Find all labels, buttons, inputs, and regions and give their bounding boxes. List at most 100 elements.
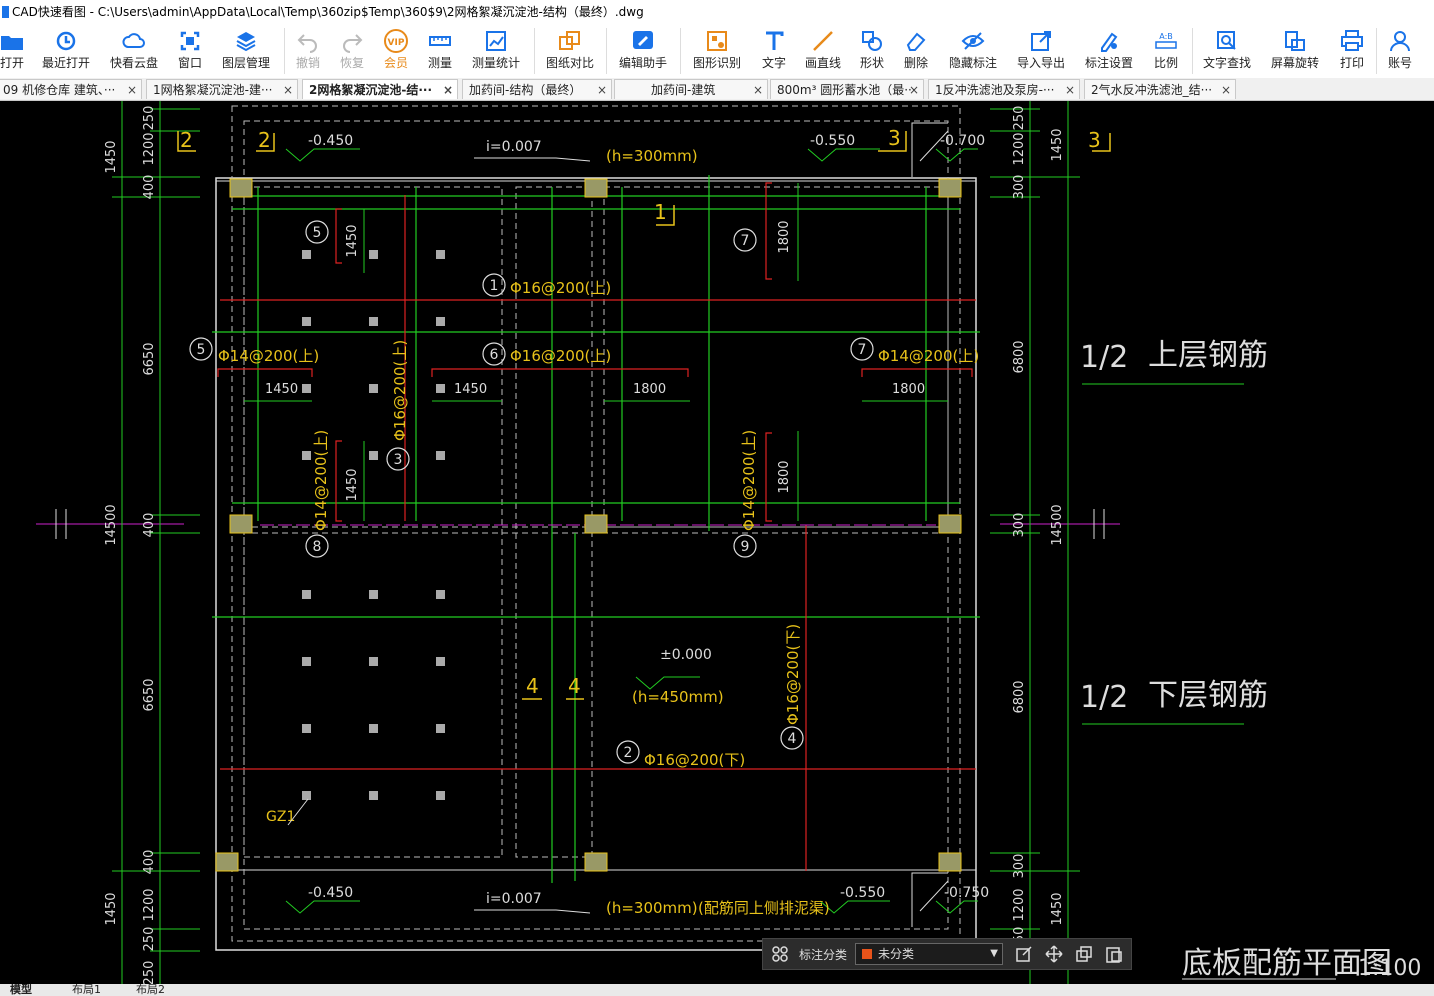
svg-text:下层钢筋: 下层钢筋 [1148,678,1268,713]
tab-layout-2[interactable]: 布局2 [136,984,165,996]
svg-text:Φ14@200(上): Φ14@200(上) [312,430,330,531]
svg-text:-0.550: -0.550 [840,885,885,901]
annotation-settings-button[interactable]: 标注设置 [1080,26,1138,76]
open-button[interactable]: 打开 [0,26,30,76]
tab-model[interactable]: 模型 [10,984,32,996]
close-icon[interactable]: × [1065,80,1075,99]
svg-text:7: 7 [858,342,867,358]
tab-layout-1[interactable]: 布局1 [72,984,101,996]
vip-icon: VIP [384,29,408,53]
screen-rotate-button[interactable]: 屏幕旋转 [1266,26,1324,76]
annotation-category-select[interactable]: 未分类 ▼ [855,943,1003,965]
svg-text:2: 2 [624,745,633,761]
svg-text:1450: 1450 [454,382,487,397]
stats-icon [486,31,506,51]
edit-helper-button[interactable]: 编辑助手 [614,26,672,76]
layer-manager-button[interactable]: 图层管理 [218,26,274,76]
svg-text:Φ16@200(上): Φ16@200(上) [510,279,611,297]
thickness-note: (h=300mm) (h=300mm) (h=450mm) (配筋同上侧排泥渠) [606,147,830,917]
draw-line-button[interactable]: 画直线 [800,26,846,76]
close-icon[interactable]: × [1221,80,1231,99]
column-label: GZ1 [266,809,295,825]
cloud-disk-button[interactable]: 快看云盘 [106,26,162,76]
tab-document[interactable]: 加药间-结构（最终） × [462,79,612,99]
scale-button[interactable]: A:B 比例 [1148,26,1184,76]
svg-text:6650: 6650 [142,342,157,375]
move-icon[interactable] [1045,945,1063,963]
toolbar-divider [606,28,607,74]
import-export-button[interactable]: 导入导出 [1012,26,1070,76]
svg-text:i=0.007: i=0.007 [486,891,542,907]
layers-icon [236,32,256,52]
svg-text:250: 250 [1012,106,1027,131]
tab-document[interactable]: 1网格絮凝沉淀池-建··· × [146,79,298,99]
close-icon[interactable]: × [753,80,763,99]
svg-text:-0.750: -0.750 [944,885,989,901]
measure-stats-button[interactable]: 测量统计 [468,26,524,76]
svg-text:1200: 1200 [1012,132,1027,165]
svg-text:4: 4 [788,731,797,747]
toolbar-divider [534,28,535,74]
svg-text:1800: 1800 [777,220,792,253]
svg-text:7: 7 [741,233,750,249]
tab-document[interactable]: 09 机修仓库 建筑、··· × [0,79,142,99]
close-icon[interactable]: × [443,80,453,99]
undo-button[interactable]: 撤销 [290,26,326,76]
close-icon[interactable]: × [909,80,919,99]
svg-text:Φ16@200(上): Φ16@200(上) [391,340,409,441]
shape-button[interactable]: 形状 [854,26,890,76]
svg-text:i=0.007: i=0.007 [486,139,542,155]
compare-icon [559,31,580,50]
compare-button[interactable]: 图纸对比 [542,26,598,76]
svg-text:Φ16@200(上): Φ16@200(上) [510,347,611,365]
svg-text:-0.450: -0.450 [308,885,353,901]
app-icon [2,6,9,18]
recent-button[interactable]: 最近打开 [38,26,94,76]
toolbar-divider [284,28,285,74]
window-button[interactable]: 窗口 [172,26,208,76]
tab-document[interactable]: 800m³ 圆形蓄水池（最··· × [770,79,924,99]
text-search-button[interactable]: 文字查找 [1198,26,1256,76]
delete-button[interactable]: 删除 [898,26,934,76]
svg-text:A:B: A:B [1159,32,1173,41]
annotation-floating-toolbar: 标注分类 未分类 ▼ [762,938,1132,970]
print-button[interactable]: 打印 [1334,26,1370,76]
text-button[interactable]: 文字 [756,26,792,76]
close-icon[interactable]: × [127,80,137,99]
hide-annotation-button[interactable]: 隐藏标注 [944,26,1002,76]
svg-text:4: 4 [526,674,539,698]
tab-document-active[interactable]: 2网格絮凝沉淀池-结··· × [302,79,458,99]
drawing-canvas[interactable]: 1450 1200 250 400 6650 14500 400 6650 40… [0,101,1434,984]
elevation-marker [285,148,978,914]
eraser-icon [906,32,926,51]
tab-document[interactable]: 2气水反冲洗滤池_结··· × [1084,79,1236,99]
paste-icon[interactable] [1105,945,1123,963]
toolbar-divider [1192,28,1193,74]
svg-text:-0.450: -0.450 [308,133,353,149]
redo-button[interactable]: 恢复 [334,26,370,76]
shape-recognition-button[interactable]: 图形识别 [688,26,746,76]
dimension-text-right: 250 1200 1450 300 6800 300 14500 6800 30… [1012,106,1065,952]
svg-text:2: 2 [180,128,193,152]
account-button[interactable]: 账号 [1382,26,1418,76]
text-icon [766,31,784,50]
edit-icon[interactable] [1015,945,1033,963]
vip-button[interactable]: VIP 会员 [378,26,414,76]
cloud-icon [122,33,145,48]
line-icon [813,31,833,51]
grid-icon[interactable] [771,945,789,963]
svg-text:1450: 1450 [265,382,298,397]
close-icon[interactable]: × [283,80,293,99]
copy-icon[interactable] [1075,945,1093,963]
svg-text:1800: 1800 [892,382,925,397]
measure-button[interactable]: 测量 [422,26,458,76]
tab-document[interactable]: 1反冲洗滤池及泵房-··· × [928,79,1080,99]
search-icon [1217,31,1236,50]
svg-text:(h=300mm): (h=300mm) [606,147,698,165]
svg-text:1450: 1450 [345,468,360,501]
tab-document[interactable]: 加药间-建筑 × [614,79,768,99]
svg-text:1450: 1450 [1050,128,1065,161]
close-icon[interactable]: × [597,80,607,99]
svg-text:4: 4 [568,674,581,698]
svg-text:250: 250 [142,106,157,131]
